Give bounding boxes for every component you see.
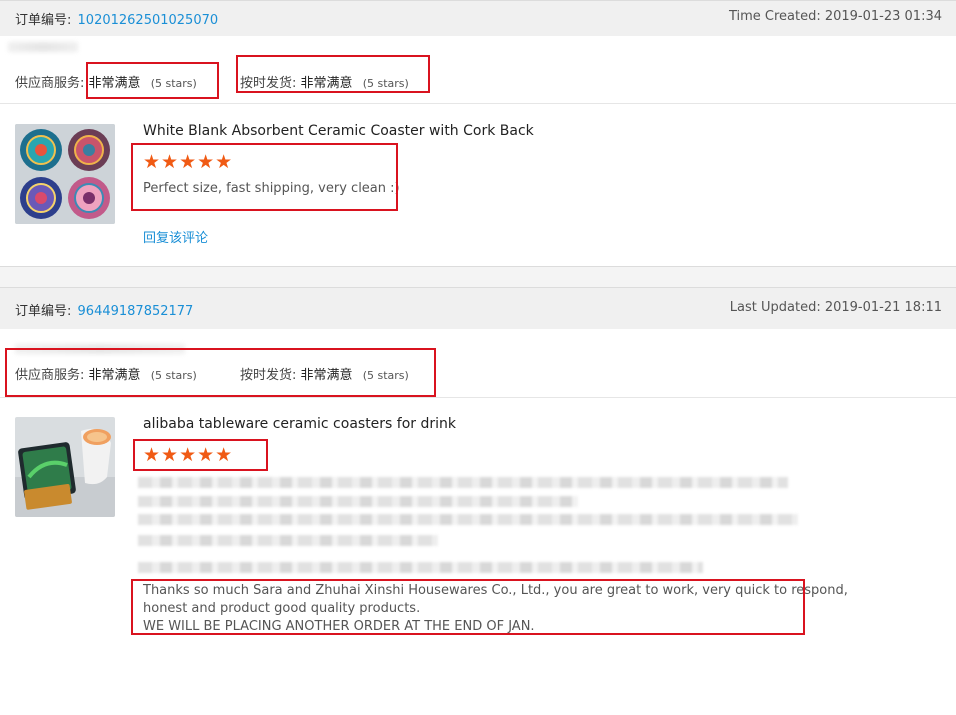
review-line: honest and product good quality products… (143, 601, 421, 616)
rating-stars-text: (5 stars) (150, 77, 197, 90)
order-number-label: 订单编号: (15, 13, 72, 28)
order-separator (0, 266, 956, 287)
blurred-text-line (138, 496, 578, 507)
blurred-region (8, 42, 78, 52)
blurred-text-line (138, 514, 798, 525)
rating-value: 非常满意 (88, 368, 141, 383)
star-rating: ★★★★★ (143, 444, 234, 466)
rating-label: 按时发货: (240, 368, 297, 383)
review-line: WE WILL BE PLACING ANOTHER ORDER AT THE … (143, 619, 535, 634)
review-line: Thanks so much Sara and Zhuhai Xinshi Ho… (143, 583, 848, 598)
divider (0, 397, 956, 398)
rating-value: 非常满意 (300, 76, 353, 91)
blurred-text-line (138, 477, 788, 488)
rating-label: 按时发货: (240, 76, 297, 91)
order-header: 订单编号: 10201262501025070 Time Created: 20… (0, 0, 956, 36)
order-header: 订单编号: 96449187852177 Last Updated: 2019-… (0, 287, 956, 329)
rating-value: 非常满意 (300, 368, 353, 383)
order-time: Last Updated: 2019-01-21 18:11 (729, 300, 942, 315)
supplier-service-rating: 供应商服务: 非常满意 (5 stars) (15, 364, 197, 383)
product-title-link[interactable]: alibaba tableware ceramic coasters for d… (143, 416, 456, 432)
rating-stars-text: (5 stars) (362, 77, 409, 90)
star-rating: ★★★★★ (143, 151, 234, 173)
product-image[interactable] (15, 124, 115, 224)
reply-review-link[interactable]: 回复该评论 (143, 227, 208, 246)
order-number-label: 订单编号: (15, 304, 72, 319)
product-title-link[interactable]: White Blank Absorbent Ceramic Coaster wi… (143, 123, 534, 139)
rating-value: 非常满意 (88, 76, 141, 91)
order-time: Time Created: 2019-01-23 01:34 (728, 9, 942, 24)
order-number-link[interactable]: 96449187852177 (78, 304, 194, 319)
blurred-region (15, 344, 185, 354)
rating-stars-text: (5 stars) (362, 369, 409, 382)
rating-stars-text: (5 stars) (150, 369, 197, 382)
order-number-link[interactable]: 10201262501025070 (78, 13, 219, 28)
review-text: Thanks so much Sara and Zhuhai Xinshi Ho… (143, 582, 848, 636)
review-text: Perfect size, fast shipping, very clean … (143, 181, 400, 196)
blurred-text-line (138, 562, 703, 573)
product-image[interactable] (15, 417, 115, 517)
rating-label: 供应商服务: (15, 76, 85, 91)
on-time-delivery-rating: 按时发货: 非常满意 (5 stars) (240, 72, 409, 91)
rating-label: 供应商服务: (15, 368, 85, 383)
divider (0, 103, 956, 104)
order-number-row: 订单编号: 10201262501025070 (15, 9, 218, 28)
on-time-delivery-rating: 按时发货: 非常满意 (5 stars) (240, 364, 409, 383)
order-number-row: 订单编号: 96449187852177 (15, 300, 193, 319)
blurred-text-line (138, 535, 438, 546)
supplier-service-rating: 供应商服务: 非常满意 (5 stars) (15, 72, 197, 91)
